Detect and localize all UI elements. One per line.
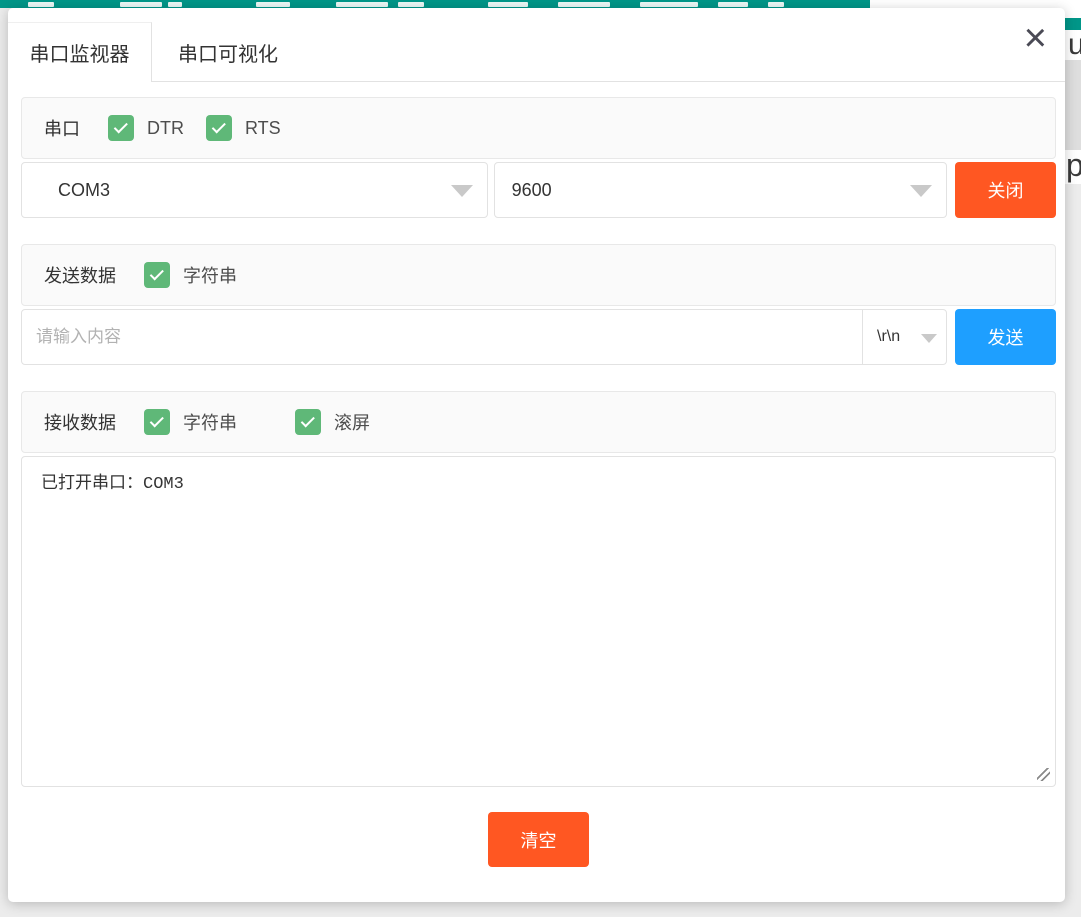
rts-checkbox[interactable] bbox=[206, 115, 232, 141]
toolbar-text-fragment bbox=[398, 2, 424, 7]
receive-output-value: COM3 bbox=[143, 475, 184, 494]
clear-button[interactable]: 清空 bbox=[488, 812, 589, 867]
send-section-label: 发送数据 bbox=[44, 262, 116, 288]
receive-string-checkbox-group: 字符串 bbox=[144, 409, 237, 435]
toolbar-text-fragment bbox=[28, 2, 54, 7]
toolbar-text-fragment bbox=[168, 2, 182, 7]
send-input-group: \r\n bbox=[21, 309, 947, 365]
rts-checkbox-label: RTS bbox=[245, 118, 281, 139]
chevron-down-icon bbox=[910, 185, 932, 197]
baud-select-value: 9600 bbox=[512, 180, 552, 201]
background-toolbar bbox=[0, 0, 870, 8]
dtr-checkbox-group: DTR bbox=[108, 115, 184, 141]
tab-bar: 串口监视器 串口可视化 × bbox=[8, 8, 1065, 82]
scroll-checkbox[interactable] bbox=[295, 409, 321, 435]
port-select[interactable]: COM3 bbox=[21, 162, 488, 218]
baud-select[interactable]: 9600 bbox=[494, 162, 948, 218]
line-ending-value: \r\n bbox=[877, 328, 900, 346]
close-icon[interactable]: × bbox=[1024, 16, 1047, 60]
toolbar-text-fragment bbox=[558, 2, 610, 7]
toolbar-text-fragment bbox=[256, 2, 290, 7]
serial-section-header: 串口 DTR RTS bbox=[21, 97, 1056, 159]
resize-handle[interactable] bbox=[1037, 768, 1050, 781]
port-select-value: COM3 bbox=[58, 180, 110, 201]
check-icon bbox=[113, 119, 127, 133]
toolbar-text-fragment bbox=[120, 2, 162, 7]
send-button[interactable]: 发送 bbox=[955, 309, 1056, 365]
serial-section-label: 串口 bbox=[44, 115, 80, 141]
toolbar-text-fragment bbox=[640, 2, 698, 7]
clear-button-row: 清空 bbox=[21, 812, 1056, 867]
send-row: \r\n 发送 bbox=[21, 309, 1056, 365]
toolbar-text-fragment bbox=[336, 2, 388, 7]
check-icon bbox=[211, 119, 225, 133]
send-string-checkbox-label: 字符串 bbox=[183, 262, 237, 288]
serial-monitor-dialog: 串口监视器 串口可视化 × 串口 DTR RTS COM3 bbox=[8, 8, 1065, 902]
tab-serial-visualization[interactable]: 串口可视化 bbox=[152, 22, 304, 82]
send-input[interactable] bbox=[22, 310, 862, 364]
tab-serial-monitor[interactable]: 串口监视器 bbox=[8, 22, 152, 82]
chevron-down-icon bbox=[921, 334, 937, 343]
send-section-header: 发送数据 字符串 bbox=[21, 244, 1056, 306]
check-icon bbox=[149, 413, 163, 427]
dtr-checkbox-label: DTR bbox=[147, 118, 184, 139]
receive-string-checkbox[interactable] bbox=[144, 409, 170, 435]
serial-port-row: COM3 9600 关闭 bbox=[21, 162, 1056, 218]
toolbar-text-fragment bbox=[488, 2, 528, 7]
line-ending-select[interactable]: \r\n bbox=[862, 310, 946, 364]
receive-string-checkbox-label: 字符串 bbox=[183, 409, 237, 435]
send-string-checkbox-group: 字符串 bbox=[144, 262, 237, 288]
scroll-checkbox-label: 滚屏 bbox=[334, 409, 370, 435]
receive-output-prefix: 已打开串口： bbox=[41, 473, 143, 492]
toolbar-text-fragment bbox=[768, 2, 784, 7]
check-icon bbox=[300, 413, 314, 427]
dialog-content: 串口 DTR RTS COM3 9600 bbox=[8, 82, 1065, 867]
rts-checkbox-group: RTS bbox=[206, 115, 281, 141]
dtr-checkbox[interactable] bbox=[108, 115, 134, 141]
scroll-checkbox-group: 滚屏 bbox=[295, 409, 370, 435]
receive-section-label: 接收数据 bbox=[44, 409, 116, 435]
close-port-button[interactable]: 关闭 bbox=[955, 162, 1056, 218]
chevron-down-icon bbox=[451, 185, 473, 197]
toolbar-text-fragment bbox=[718, 2, 748, 7]
receive-section-header: 接收数据 字符串 滚屏 bbox=[21, 391, 1056, 453]
check-icon bbox=[149, 266, 163, 280]
receive-output-area[interactable]: 已打开串口：COM3 bbox=[21, 456, 1056, 787]
send-string-checkbox[interactable] bbox=[144, 262, 170, 288]
